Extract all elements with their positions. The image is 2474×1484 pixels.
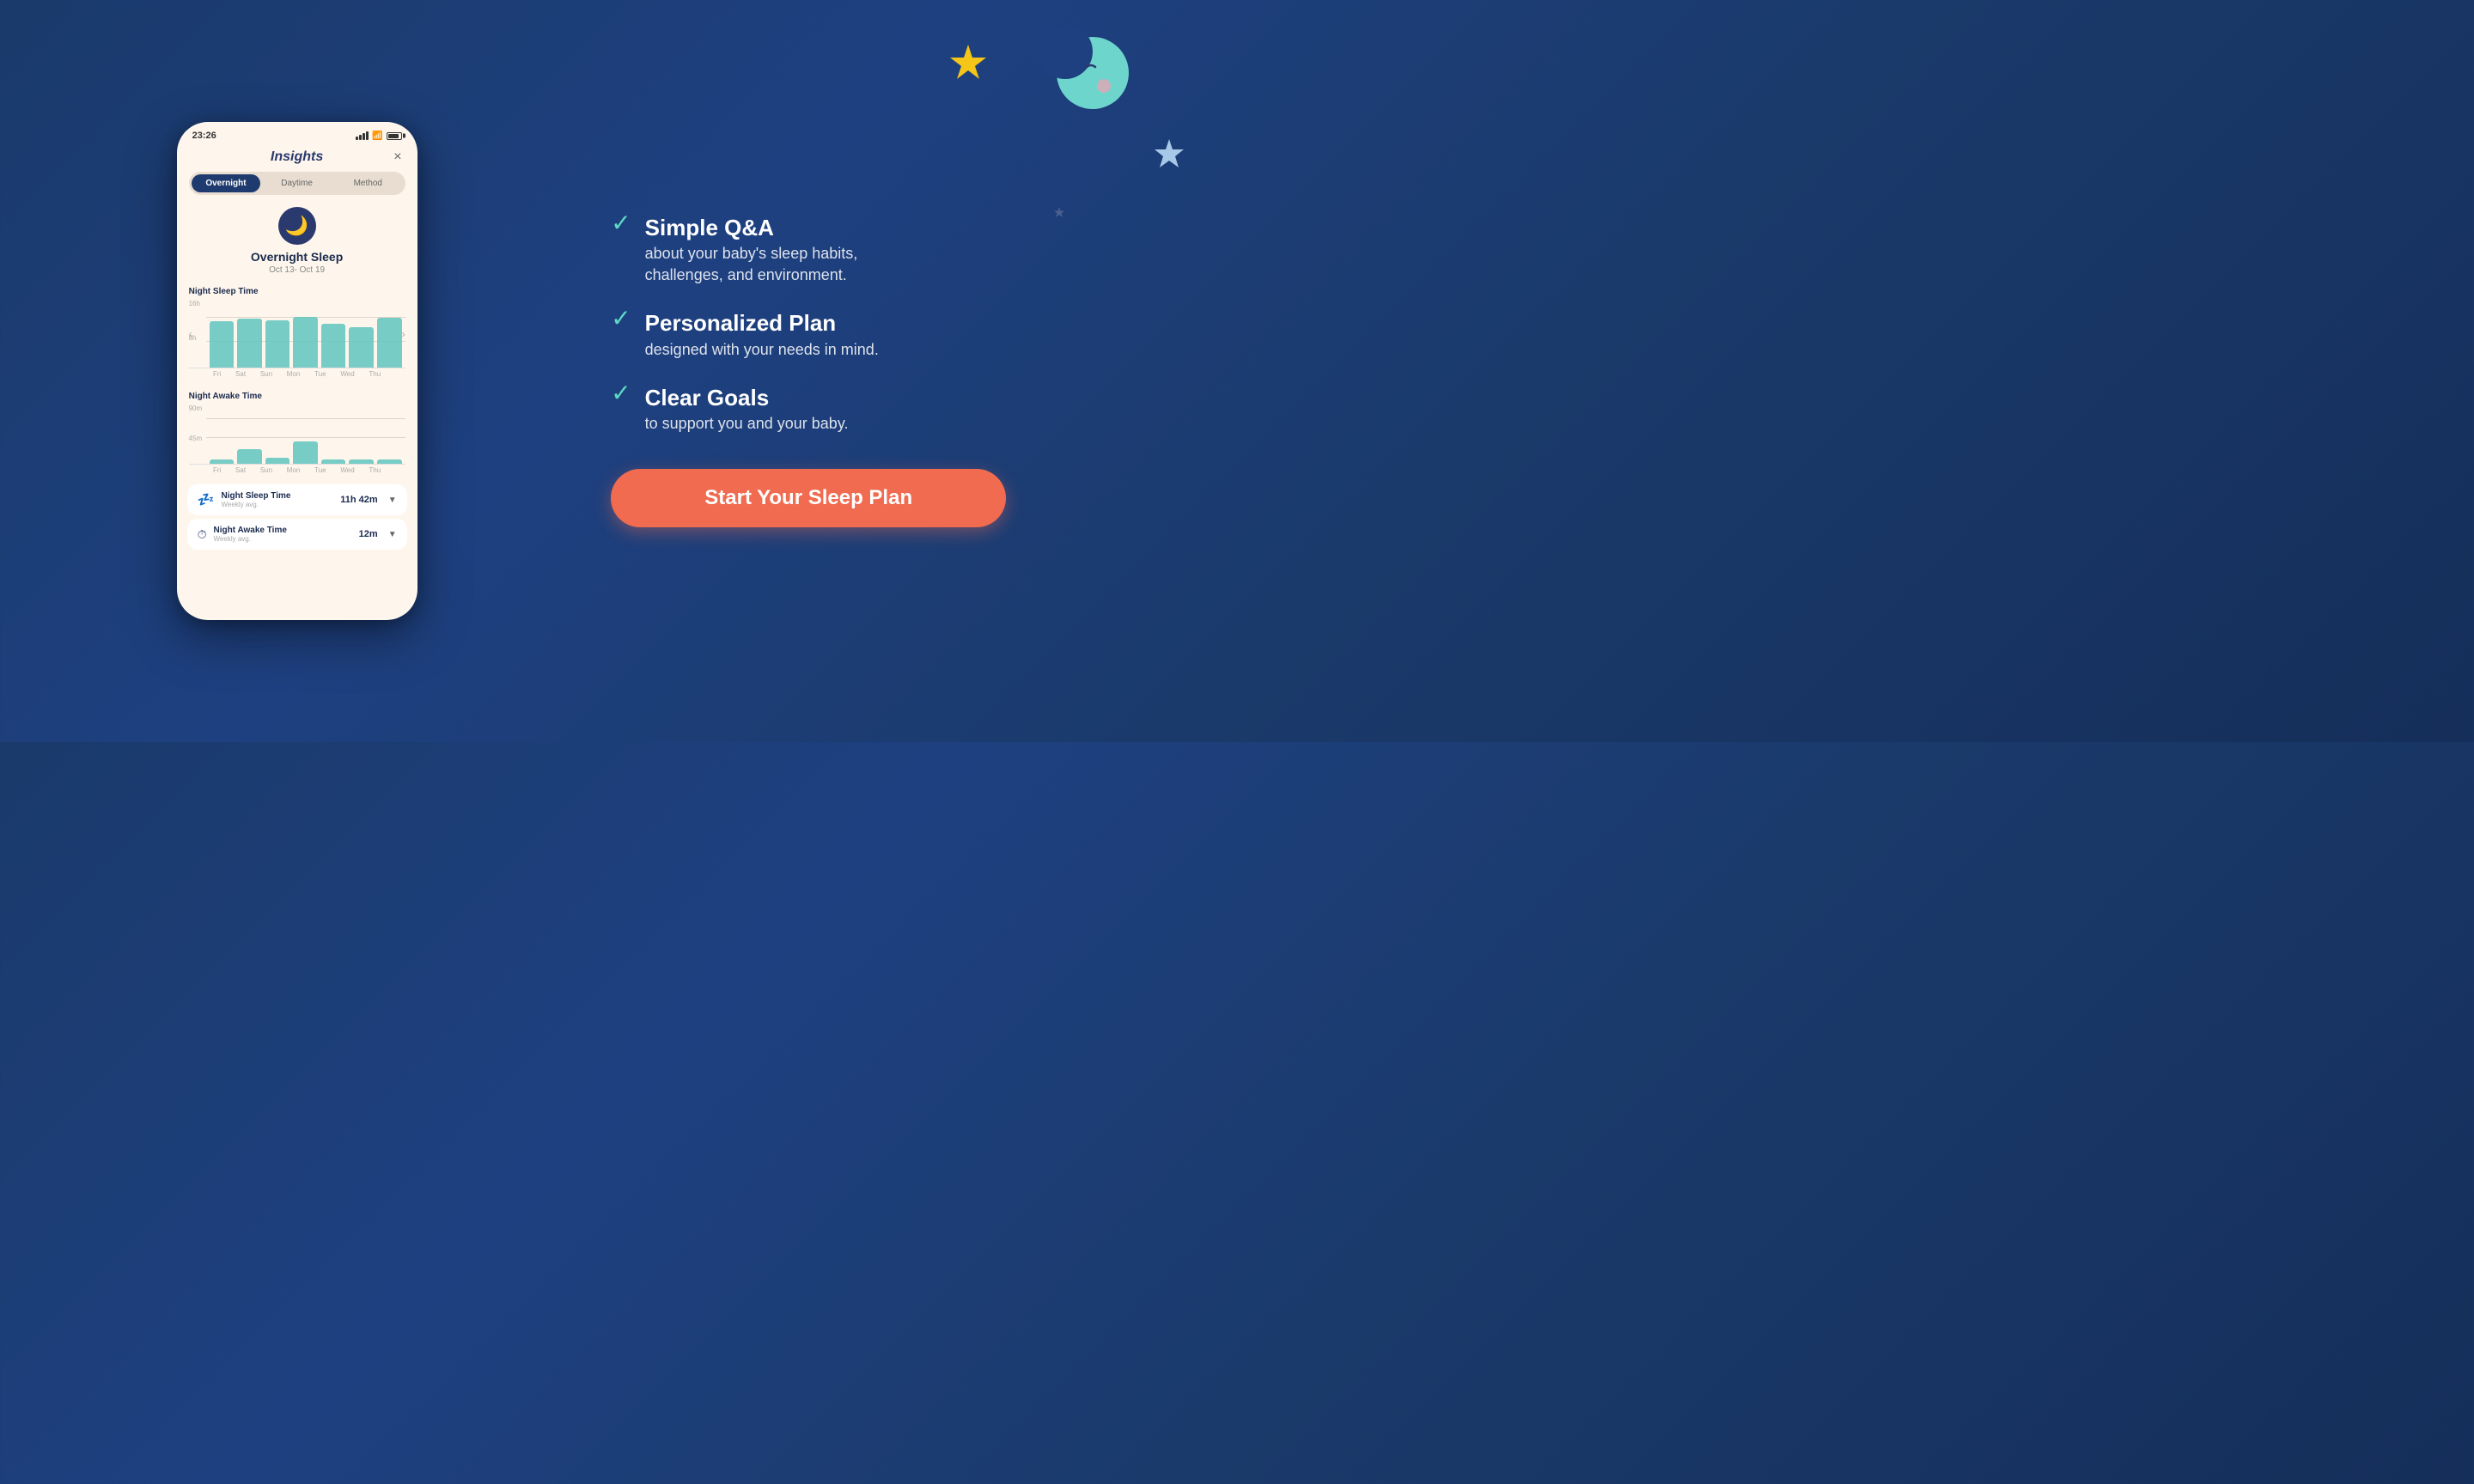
battery-icon bbox=[387, 132, 402, 140]
sleep-chart-label: Night Sleep Time bbox=[189, 287, 405, 296]
signal-icon bbox=[356, 131, 369, 140]
awake-stat-info: Night Awake Time Weekly avg. bbox=[214, 526, 352, 543]
awake-chart-area: 90m 45m bbox=[189, 404, 405, 465]
feature-list: ✓ Simple Q&A about your baby's sleep hab… bbox=[611, 215, 1185, 435]
awake-stat-name: Night Awake Time bbox=[214, 526, 352, 535]
sleep-stat-arrow[interactable]: ▼ bbox=[388, 496, 397, 505]
checkmark-1: ✓ bbox=[611, 307, 631, 331]
left-panel: 23:26 📶 Insights × Overnight D bbox=[0, 0, 594, 742]
awake-bar-sat bbox=[237, 449, 262, 464]
app-title: Insights bbox=[271, 149, 323, 165]
sleep-section: 🌙 Overnight Sleep Oct 13- Oct 19 bbox=[179, 198, 416, 280]
awake-stat-arrow[interactable]: ▼ bbox=[388, 530, 397, 539]
bar-tue bbox=[321, 324, 346, 368]
awake-stat-value: 12m bbox=[359, 529, 378, 539]
feature-desc-0: about your baby's sleep habits,challenge… bbox=[645, 243, 858, 286]
checkmark-2: ✓ bbox=[611, 381, 631, 405]
sleep-x-labels: Fri Sat Sun Mon Tue Wed Thu bbox=[189, 368, 405, 378]
awake-bar-mon bbox=[293, 441, 318, 464]
awake-y-axis: 90m 45m bbox=[189, 404, 203, 464]
feature-item-2: ✓ Clear Goals to support you and your ba… bbox=[611, 385, 1185, 435]
blue-star-decoration bbox=[1153, 137, 1185, 174]
sleep-dates: Oct 13- Oct 19 bbox=[269, 265, 325, 275]
night-sleep-chart: Night Sleep Time 16h 8h bbox=[179, 280, 416, 381]
awake-bar-thu bbox=[377, 459, 402, 464]
stat-card-sleep: 💤 Night Sleep Time Weekly avg. 11h 42m ▼ bbox=[187, 484, 407, 515]
bar-fri bbox=[210, 321, 235, 368]
app-header: Insights × bbox=[179, 144, 416, 168]
feature-desc-1: designed with your needs in mind. bbox=[645, 339, 879, 361]
sleep-stat-icon: 💤 bbox=[198, 491, 215, 508]
stats-cards: 💤 Night Sleep Time Weekly avg. 11h 42m ▼… bbox=[179, 477, 416, 550]
feature-content-2: Clear Goals to support you and your baby… bbox=[645, 385, 849, 435]
start-sleep-plan-button[interactable]: Start Your Sleep Plan bbox=[611, 469, 1006, 527]
sleep-chart-area: 16h 8h ‹ › bbox=[189, 300, 405, 368]
feature-title-2: Clear Goals bbox=[645, 385, 849, 411]
tab-method[interactable]: Method bbox=[333, 174, 403, 192]
bar-sun bbox=[265, 320, 290, 368]
status-time: 23:26 bbox=[192, 131, 216, 141]
awake-stat-period: Weekly avg. bbox=[214, 535, 352, 543]
sleep-stat-info: Night Sleep Time Weekly avg. bbox=[222, 491, 334, 508]
awake-bar-tue bbox=[321, 459, 346, 464]
wifi-icon: 📶 bbox=[372, 131, 382, 141]
status-bar: 23:26 📶 bbox=[179, 124, 416, 144]
bar-wed bbox=[349, 327, 374, 368]
awake-bar-wed bbox=[349, 459, 374, 464]
awake-bar-sun bbox=[265, 458, 290, 464]
chart-prev[interactable]: ‹ bbox=[189, 328, 192, 340]
bar-thu bbox=[377, 318, 402, 368]
yellow-star-decoration bbox=[948, 43, 988, 87]
feature-desc-2: to support you and your baby. bbox=[645, 413, 849, 435]
feature-item-1: ✓ Personalized Plan designed with your n… bbox=[611, 310, 1185, 360]
feature-item-0: ✓ Simple Q&A about your baby's sleep hab… bbox=[611, 215, 1185, 287]
sleep-bars bbox=[206, 300, 405, 368]
sleep-stat-name: Night Sleep Time bbox=[222, 491, 334, 501]
phone-mockup: 23:26 📶 Insights × Overnight D bbox=[177, 122, 417, 620]
awake-stat-icon: ⏱ bbox=[198, 527, 207, 542]
sleep-title: Overnight Sleep bbox=[251, 250, 343, 264]
feature-title-0: Simple Q&A bbox=[645, 215, 858, 241]
chart-next[interactable]: › bbox=[402, 328, 405, 340]
bar-mon bbox=[293, 317, 318, 368]
bar-sat bbox=[237, 319, 262, 368]
sleep-stat-period: Weekly avg. bbox=[222, 501, 334, 508]
sleep-icon: 🌙 bbox=[278, 207, 316, 245]
sleep-stat-value: 11h 42m bbox=[340, 495, 377, 505]
stat-card-awake: ⏱ Night Awake Time Weekly avg. 12m ▼ bbox=[187, 519, 407, 550]
feature-title-1: Personalized Plan bbox=[645, 310, 879, 337]
tab-bar: Overnight Daytime Method bbox=[189, 172, 405, 195]
awake-x-labels: Fri Sat Sun Mon Tue Wed Thu bbox=[189, 465, 405, 474]
tab-overnight[interactable]: Overnight bbox=[192, 174, 261, 192]
feature-content-1: Personalized Plan designed with your nee… bbox=[645, 310, 879, 360]
awake-bars bbox=[206, 404, 405, 464]
awake-bar-fri bbox=[210, 459, 235, 464]
checkmark-0: ✓ bbox=[611, 211, 631, 235]
close-button[interactable]: × bbox=[393, 149, 401, 165]
moon-decoration bbox=[1039, 26, 1134, 125]
status-icons: 📶 bbox=[356, 131, 401, 141]
right-panel: ✓ Simple Q&A about your baby's sleep hab… bbox=[594, 0, 1237, 742]
feature-content-0: Simple Q&A about your baby's sleep habit… bbox=[645, 215, 858, 287]
awake-chart-label: Night Awake Time bbox=[189, 392, 405, 401]
night-awake-chart: Night Awake Time 90m 45m bbox=[179, 385, 416, 477]
tab-daytime[interactable]: Daytime bbox=[262, 174, 332, 192]
